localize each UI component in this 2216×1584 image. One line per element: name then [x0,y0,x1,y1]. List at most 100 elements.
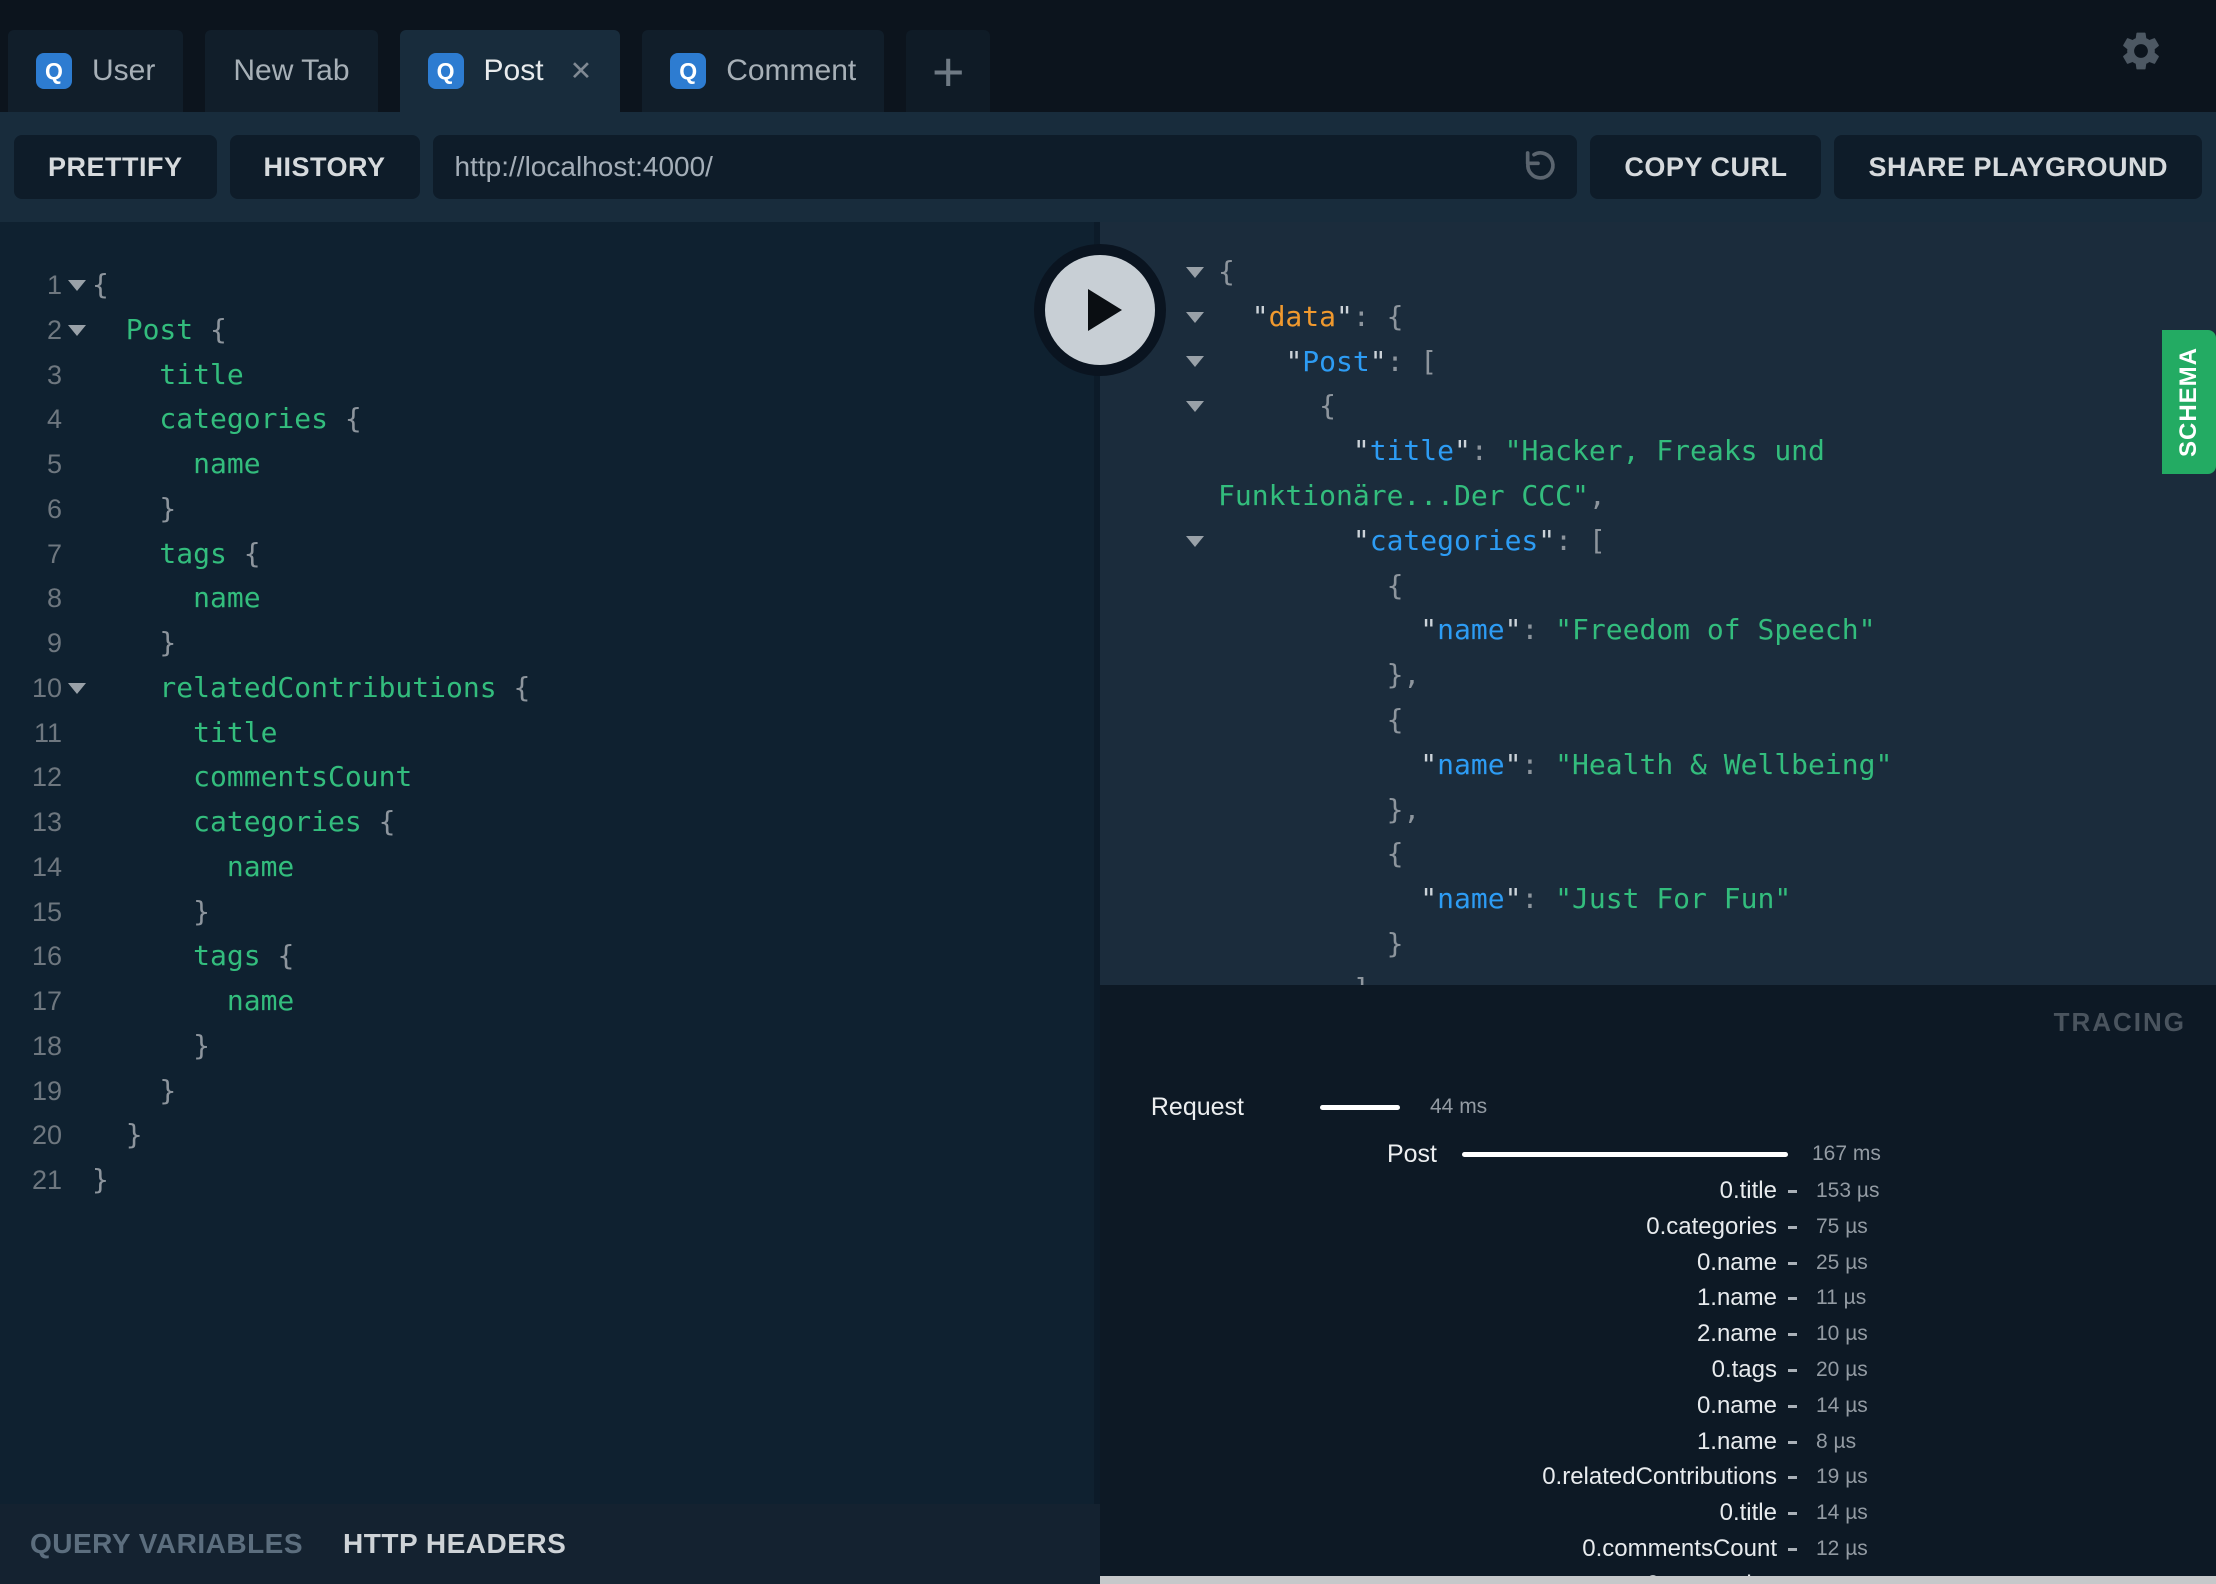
editor-line[interactable]: 13 categories { [0,800,530,845]
fold-arrow-icon[interactable] [68,324,86,336]
code-segment: name [1437,747,1505,781]
schema-tab[interactable]: SCHEMA [2162,330,2216,474]
response-line: { [1100,250,2216,295]
code-segment: tags [92,939,278,973]
code-segment: { [210,312,227,346]
settings-gear-icon[interactable] [2118,28,2164,74]
fold-arrow-icon[interactable] [1186,266,1204,278]
query-badge: Q [427,53,464,89]
editor-line[interactable]: 7 tags { [0,532,530,577]
code-segment: " [1251,299,1269,333]
editor-line[interactable]: 5 name [0,442,530,487]
tab-label: New Tab [233,54,350,87]
line-number: 1 [46,270,62,300]
fold-gutter [1186,429,1214,474]
code-segment: : [1521,882,1556,916]
fold-gutter [1186,832,1214,877]
fold-arrow-icon[interactable] [1186,311,1204,323]
editor-line[interactable]: 20 } [0,1113,530,1158]
editor-line[interactable]: 14 name [0,845,530,890]
share-playground-button[interactable]: SHARE PLAYGROUND [1834,135,2202,199]
tab-label: Comment [726,54,857,87]
prettify-button[interactable]: PRETTIFY [14,135,217,199]
endpoint-url-bar[interactable]: http://localhost:4000/ [432,135,1578,199]
http-headers-tab[interactable]: HTTP HEADERS [343,1528,566,1560]
code-text: "Post": [ [1218,345,1437,378]
editor-line[interactable]: 3 title [0,353,530,398]
code-text: Funktionäre...Der CCC", [1218,479,1606,512]
response-line: } [1100,922,2216,967]
query-variables-tab[interactable]: QUERY VARIABLES [30,1528,303,1560]
response-line: "name": "Freedom of Speech" [1100,608,2216,653]
editor-line[interactable]: 2 Post { [0,308,530,353]
trace-field-time: 11 µs [1816,1286,1867,1310]
code-text: name [92,442,260,487]
code-segment: name [1437,613,1505,647]
fold-arrow-icon[interactable] [1186,535,1204,547]
response-json: { "data": { "Post": [ { "title": "Hacker… [1100,250,2216,985]
trace-field-time: 12 µs [1816,1537,1868,1560]
fold-arrow-icon[interactable] [68,682,86,694]
query-editor-pane[interactable]: 1{2 Post {3 title 4 categories {5 name 6 }… [0,222,1100,1504]
editor-line[interactable]: 21} [0,1158,530,1203]
editor-line[interactable]: 6 } [0,487,530,532]
editor-line[interactable]: 16 tags { [0,934,530,979]
new-tab-button[interactable]: + [906,30,991,112]
fold-arrow-icon[interactable] [1186,401,1204,413]
close-tab-icon[interactable]: ✕ [570,56,593,87]
trace-dash [1788,1404,1797,1408]
code-segment: " [1538,523,1556,557]
editor-line[interactable]: 12 commentsCount [0,755,530,800]
tab-user[interactable]: Q User [8,30,184,112]
fold-gutter [62,1069,92,1114]
fold-gutter [62,890,92,935]
code-text: title [92,711,277,756]
fold-arrow-icon[interactable] [68,279,86,291]
editor-line[interactable]: 9 } [0,621,530,666]
editor-line[interactable]: 10 relatedContributions { [0,666,530,711]
response-line: Funktionäre...Der CCC", [1100,474,2216,519]
history-button[interactable]: HISTORY [229,135,420,199]
code-text: ] [1218,972,1370,985]
trace-field-row: 0.title 14 µs [1100,1495,2216,1531]
editor-line[interactable]: 1{ [0,263,530,308]
trace-field-row: 0.title 153 µs [1100,1173,2216,1209]
code-segment: name [1437,882,1505,916]
tab-bar: Q User New Tab Q Post ✕ Q Comment + [0,0,2216,112]
fold-gutter [62,532,92,577]
query-editor-code[interactable]: 1{2 Post {3 title 4 categories {5 name 6 }… [0,263,530,1203]
editor-line[interactable]: 18 } [0,1024,530,1069]
response-line: "name": "Health & Wellbeing" [1100,743,2216,788]
code-segment: } [1218,926,1404,960]
tab-new-tab[interactable]: New Tab [205,30,378,112]
code-text: tags { [92,532,260,577]
editor-line[interactable]: 19 } [0,1069,530,1114]
trace-bar [1320,1105,1400,1110]
trace-label: Request [1150,1093,1244,1121]
fold-gutter [1186,922,1214,967]
editor-line[interactable]: 8 name [0,576,530,621]
line-number: 15 [31,896,62,927]
code-segment: "Health & Wellbeing" [1555,747,1893,781]
trace-field-time: 14 µs [1816,1501,1868,1525]
tab-comment[interactable]: Q Comment [642,30,885,112]
endpoint-url-value[interactable]: http://localhost:4000/ [455,151,713,183]
code-segment: : [1521,613,1556,647]
editor-line[interactable]: 17 name [0,979,530,1024]
tracing-horizontal-scrollbar[interactable] [1100,1576,2216,1584]
fold-gutter [1186,250,1214,295]
copy-curl-button[interactable]: COPY CURL [1590,135,1822,199]
code-segment: commentsCount [92,760,413,794]
editor-line[interactable]: 11 title [0,711,530,756]
trace-field-label: 1.name [1696,1284,1777,1312]
execute-query-button[interactable] [1034,244,1166,376]
trace-field-label: 0.relatedContributions [1542,1463,1777,1491]
trace-dash [1788,1190,1797,1193]
fold-arrow-icon[interactable] [1186,356,1204,368]
tab-post[interactable]: Q Post ✕ [399,30,621,112]
editor-line[interactable]: 15 } [0,890,530,935]
editor-line[interactable]: 4 categories { [0,397,530,442]
reset-endpoint-icon[interactable] [1519,147,1559,187]
code-segment: title [92,715,278,749]
